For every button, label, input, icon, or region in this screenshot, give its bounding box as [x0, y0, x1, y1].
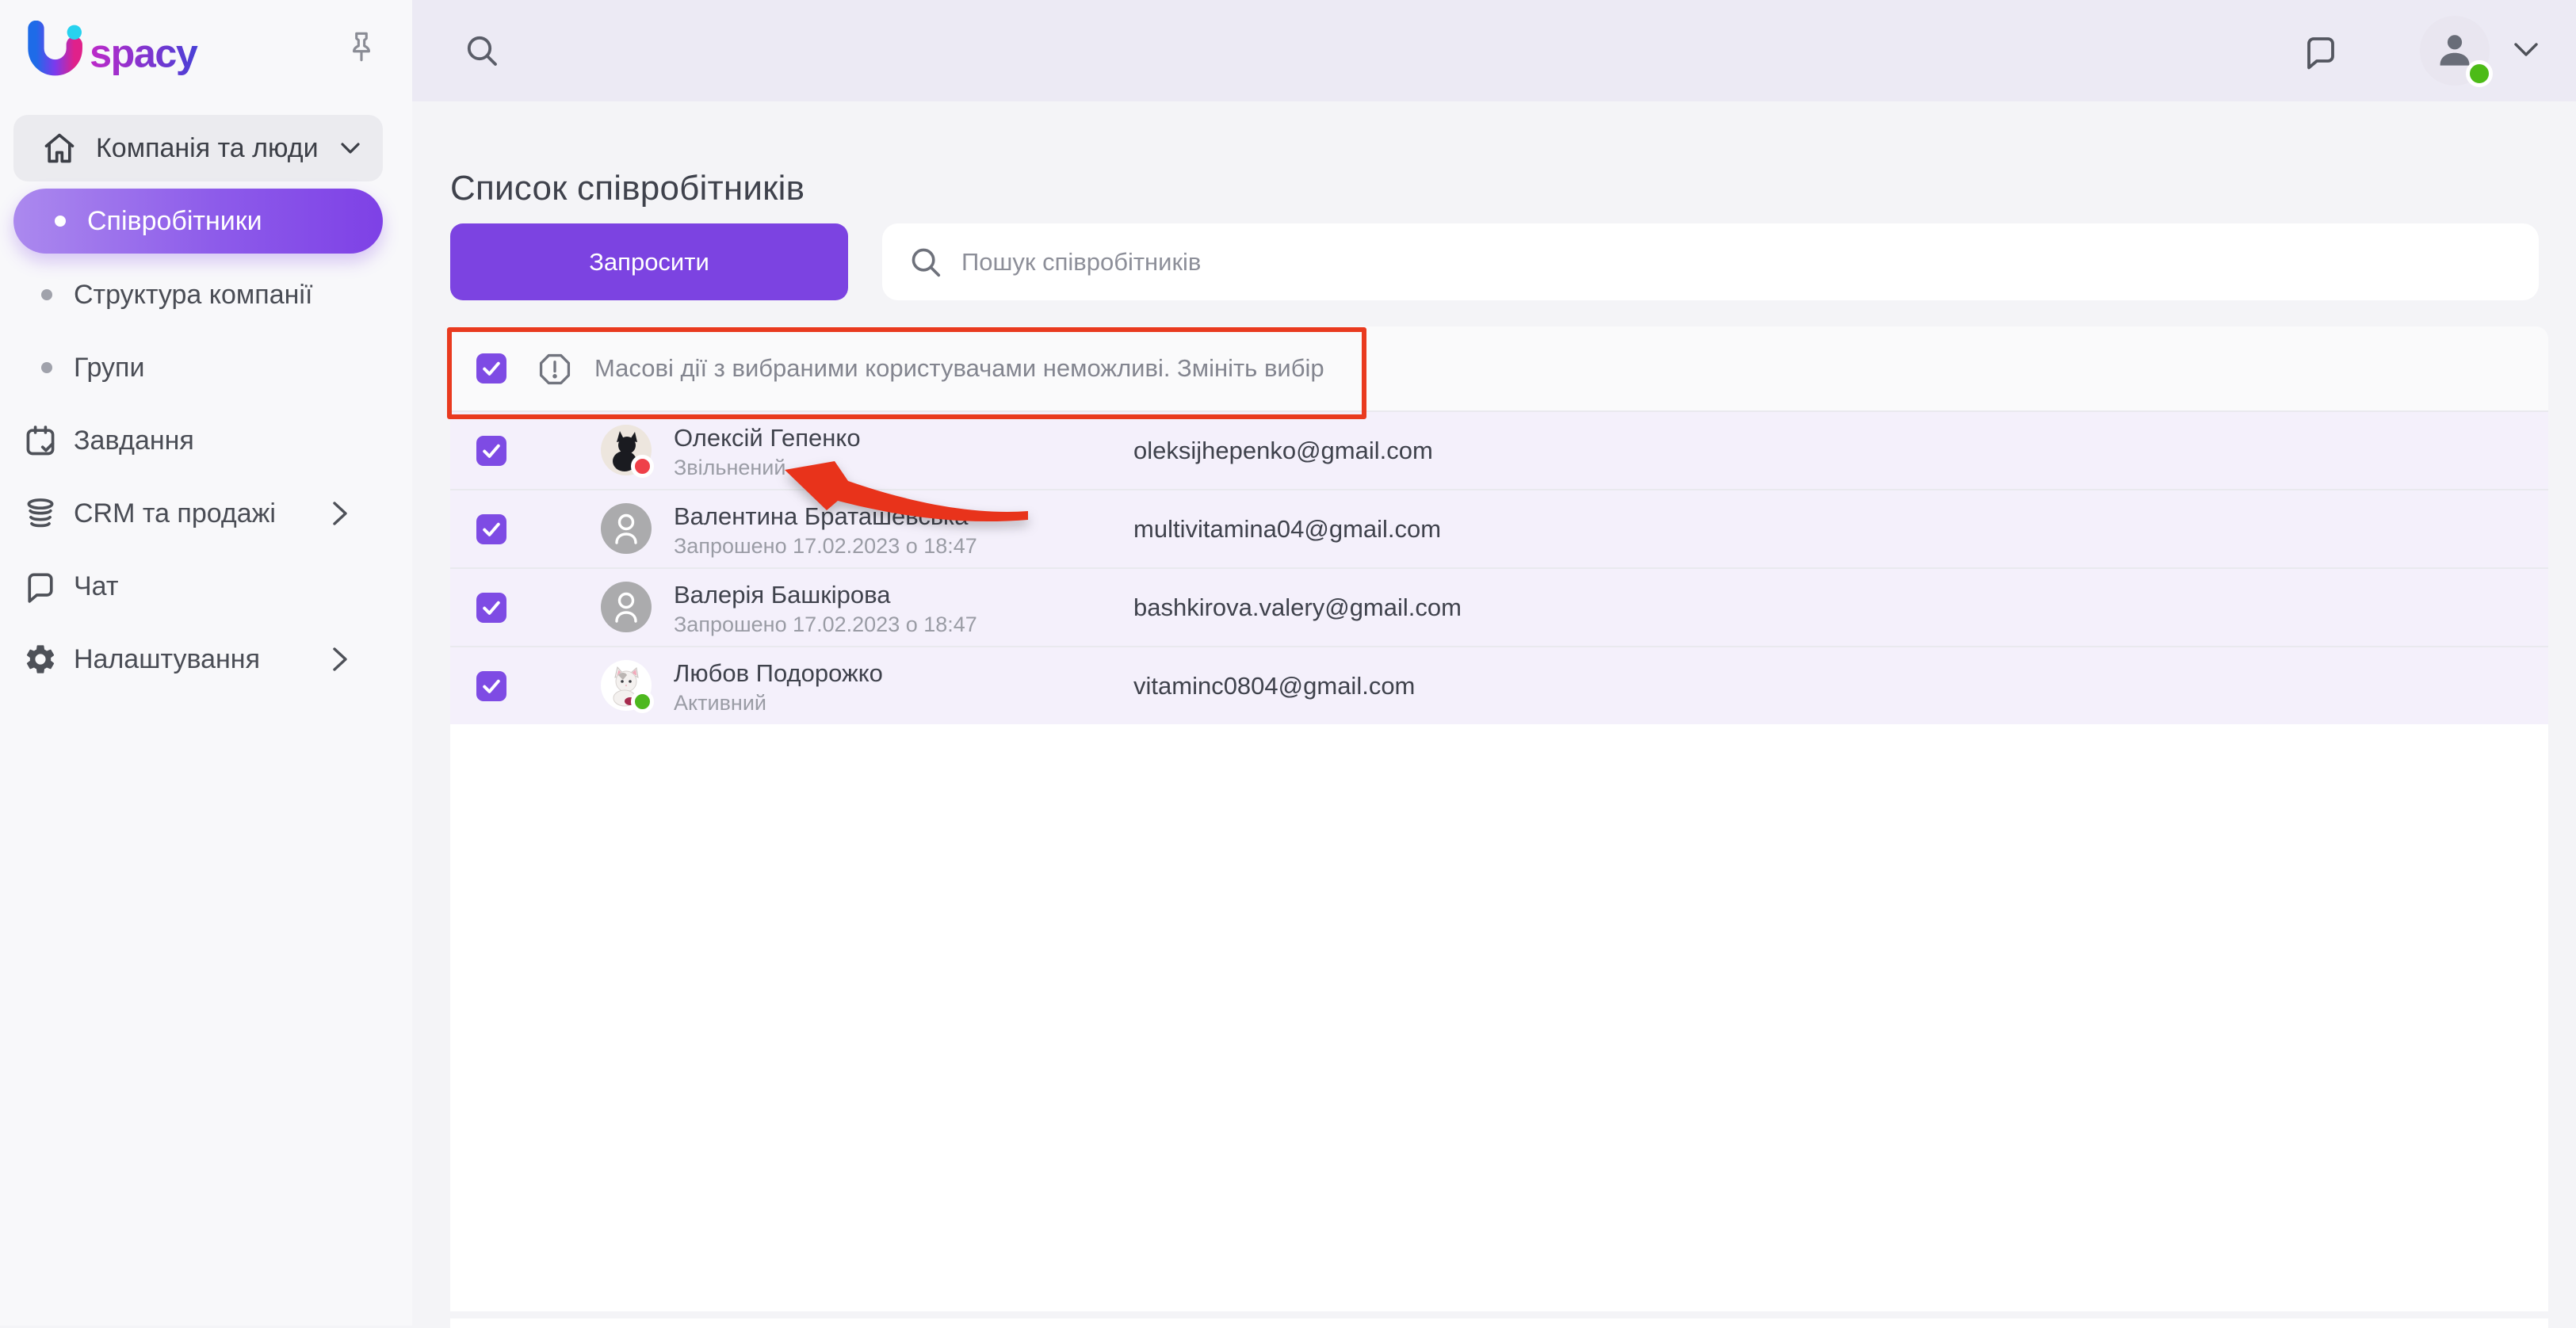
employee-row[interactable]: Валерія Башкірова Запрошено 17.02.2023 о… — [450, 567, 2548, 646]
employee-name: Валерія Башкірова — [674, 581, 891, 609]
bullet-dot-icon — [41, 362, 52, 373]
select-all-checkbox[interactable] — [476, 353, 506, 384]
employee-email: oleksijhepenko@gmail.com — [1133, 436, 1433, 464]
bullet-dot-icon — [55, 216, 66, 227]
chevron-right-icon — [333, 647, 347, 671]
bulk-actions-banner: Масові дії з вибраними користувачами нем… — [450, 326, 2548, 410]
sidebar-item-label: Чат — [74, 571, 119, 601]
home-icon — [44, 133, 75, 163]
sidebar-item-structure[interactable]: Структура компанії — [0, 258, 412, 331]
logo-wordmark: spacy — [90, 31, 198, 75]
employee-email: bashkirova.valery@gmail.com — [1133, 593, 1462, 621]
chevron-down-icon[interactable] — [2513, 41, 2540, 59]
presence-dot — [631, 455, 654, 478]
employee-row[interactable]: Валентина Браташевська Запрошено 17.02.2… — [450, 489, 2548, 567]
sidebar-item-label: Завдання — [74, 425, 194, 456]
sidebar-item-crm[interactable]: CRM та продажі — [0, 477, 412, 550]
avatar-placeholder — [601, 503, 652, 554]
employee-rows: Олексій Гепенко Звільнений oleksijhepenk… — [450, 410, 2548, 724]
crm-database-icon — [27, 498, 54, 528]
row-checkbox[interactable] — [476, 435, 506, 466]
employee-name: Любов Подорожко — [674, 659, 883, 687]
employee-status: Активний — [674, 691, 766, 715]
employee-name: Олексій Гепенко — [674, 424, 861, 452]
topbar — [412, 0, 2576, 101]
sidebar-item-tasks[interactable]: Завдання — [0, 404, 412, 477]
avatar-white-cat — [601, 660, 654, 713]
employee-status: Звільнений — [674, 456, 786, 479]
main-content: Список співробітників Запросити Масові д… — [412, 101, 2576, 1328]
sidebar-nav: Співробітники Структура компанії Групи Завд… — [0, 189, 412, 696]
sidebar-item-label: Співробітники — [87, 205, 262, 236]
next-card-edge — [450, 1318, 2548, 1328]
employee-status: Запрошено 17.02.2023 о 18:47 — [674, 612, 977, 636]
employee-list-card: Масові дії з вибраними користувачами нем… — [450, 326, 2548, 1311]
sidebar-item-label: CRM та продажі — [74, 498, 276, 529]
logo-dot — [67, 25, 82, 40]
presence-dot — [631, 690, 654, 713]
pin-sidebar-icon[interactable] — [343, 29, 380, 65]
page-title: Список співробітників — [450, 169, 805, 208]
employee-status: Запрошено 17.02.2023 о 18:47 — [674, 534, 977, 558]
bullet-dot-icon — [41, 289, 52, 300]
employee-row[interactable]: Любов Подорожко Активний vitaminc0804@gm… — [450, 646, 2548, 724]
bulk-banner-message: Масові дії з вибраними користувачами нем… — [594, 354, 1324, 382]
sidebar-item-label: Групи — [74, 352, 145, 383]
sidebar-item-chat[interactable]: Чат — [0, 550, 412, 623]
online-status-dot — [2466, 60, 2493, 87]
search-icon — [912, 248, 941, 277]
chevron-right-icon — [333, 502, 347, 525]
uspacy-logo[interactable]: spacy — [24, 21, 208, 79]
avatar-placeholder — [601, 582, 652, 632]
employee-name: Валентина Браташевська — [674, 502, 969, 530]
sidebar-item-groups[interactable]: Групи — [0, 331, 412, 404]
sidebar-item-label: Налаштування — [74, 643, 260, 674]
sidebar-item-label: Структура компанії — [74, 279, 313, 310]
sidebar: spacy Компанія та люди Співробітники Стру… — [0, 0, 412, 1326]
account-avatar[interactable] — [2420, 16, 2493, 87]
row-checkbox[interactable] — [476, 670, 506, 701]
sidebar-item-settings[interactable]: Налаштування — [0, 623, 412, 696]
employee-email: vitaminc0804@gmail.com — [1133, 671, 1416, 700]
messenger-icon[interactable] — [2302, 32, 2340, 70]
tasks-calendar-icon — [26, 425, 55, 456]
search-input[interactable] — [960, 237, 2539, 287]
workspace-switcher-label: Компанія та люди — [96, 132, 319, 163]
row-checkbox[interactable] — [476, 513, 506, 544]
sidebar-item-employees[interactable]: Співробітники — [13, 189, 383, 254]
chat-icon — [28, 573, 53, 603]
alert-octagon-icon — [539, 353, 571, 385]
uspacy-employees-page: { "brand": {"name": "spacy", "letter": "… — [0, 0, 2576, 1328]
workspace-switcher[interactable]: Компанія та люди — [13, 115, 383, 181]
employee-email: multivitamina04@gmail.com — [1133, 514, 1442, 543]
chevron-down-icon — [341, 143, 360, 154]
invite-button[interactable]: Запросити — [450, 223, 848, 300]
employee-search — [882, 223, 2539, 300]
employee-row[interactable]: Олексій Гепенко Звільнений oleksijhepenk… — [450, 410, 2548, 489]
row-checkbox[interactable] — [476, 592, 506, 623]
avatar-black-cat — [601, 425, 654, 478]
settings-gear-icon — [26, 645, 55, 674]
search-icon[interactable] — [463, 32, 501, 70]
